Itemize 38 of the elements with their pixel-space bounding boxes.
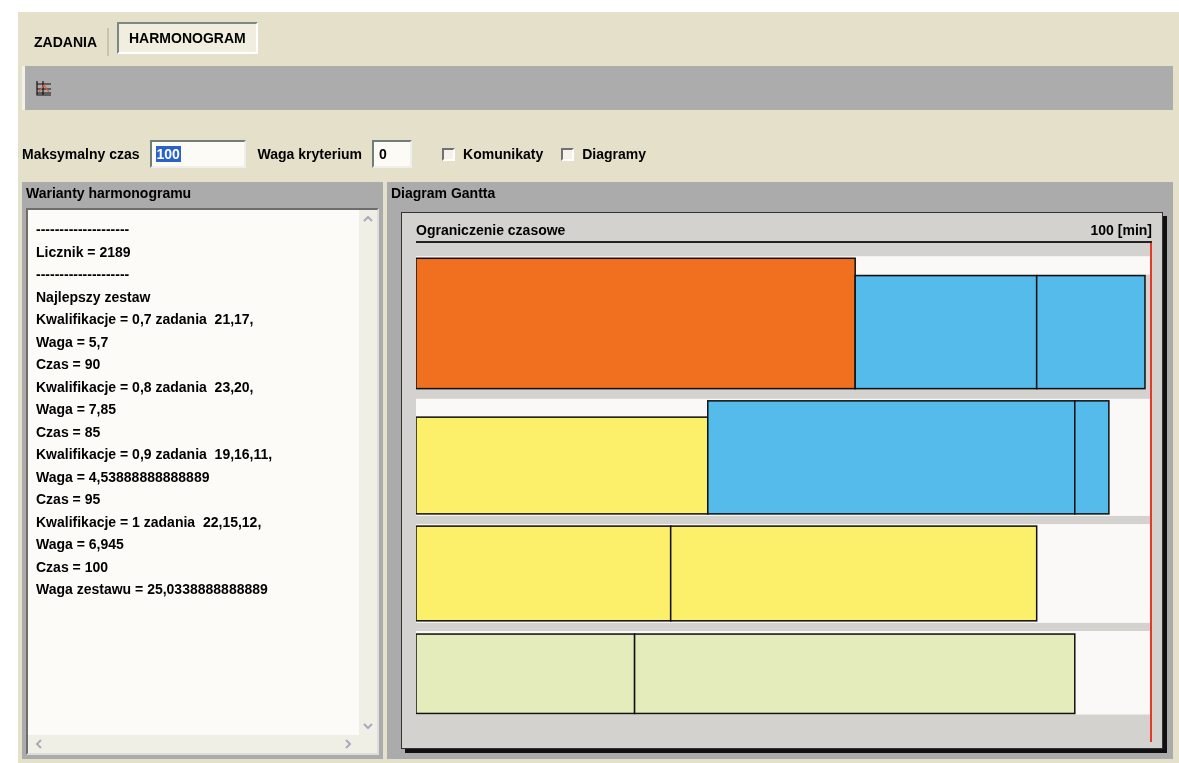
scroll-down-icon[interactable] <box>362 721 374 731</box>
result-line: Czas = 85 <box>36 422 102 442</box>
checkbox[interactable] <box>561 147 575 161</box>
checkbox-label: Diagramy <box>582 146 646 162</box>
result-line: Licznik = 2189 <box>36 242 132 262</box>
result-line: Waga = 5,7 <box>36 332 110 352</box>
result-line: Czas = 90 <box>36 355 102 374</box>
panel-title: Diagram Gantta <box>390 184 497 203</box>
tab[interactable]: ZADANIA <box>24 28 109 56</box>
input-field[interactable]: 100 <box>149 140 246 168</box>
result-line: Czas = 95 <box>36 490 102 509</box>
result-line: Waga = 4,53888888888889 <box>36 467 211 487</box>
result-line: Kwalifikacje = 1 zadania 22,15,12, <box>36 512 263 532</box>
horizontal-scrollbar[interactable] <box>28 735 359 753</box>
panel-title: Warianty harmonogramu <box>25 184 193 203</box>
result-line: -------------------- <box>36 265 131 284</box>
scroll-left-icon[interactable] <box>34 738 44 750</box>
checkbox-label: Komunikaty <box>463 146 544 162</box>
vertical-scrollbar[interactable] <box>359 210 377 735</box>
result-line: Waga zestawu = 25,0338888888889 <box>36 580 269 599</box>
checkbox[interactable] <box>442 147 456 161</box>
result-line: Waga = 6,945 <box>36 535 125 554</box>
result-line: Kwalifikacje = 0,9 zadania 19,16,11, <box>36 445 274 464</box>
result-line: Czas = 100 <box>36 557 109 577</box>
tab[interactable]: HARMONOGRAM <box>117 22 258 54</box>
result-line: -------------------- <box>36 220 131 239</box>
table-chart-icon <box>35 79 53 97</box>
result-line: Waga = 7,85 <box>36 400 118 419</box>
field-label: Maksymalny czas <box>22 146 140 162</box>
chart-title: Ograniczenie czasowe <box>416 222 566 238</box>
field-label: Waga kryterium <box>257 146 363 162</box>
result-line: Kwalifikacje = 0,8 zadania 23,20, <box>36 377 255 397</box>
input-field[interactable]: 0 <box>372 140 413 168</box>
time-limit-label: 100 [min] <box>1090 222 1152 238</box>
result-line: Najlepszy zestaw <box>36 287 152 307</box>
result-line: Kwalifikacje = 0,7 zadania 21,17, <box>36 310 255 329</box>
scroll-up-icon[interactable] <box>362 214 374 224</box>
scroll-right-icon[interactable] <box>343 738 353 750</box>
